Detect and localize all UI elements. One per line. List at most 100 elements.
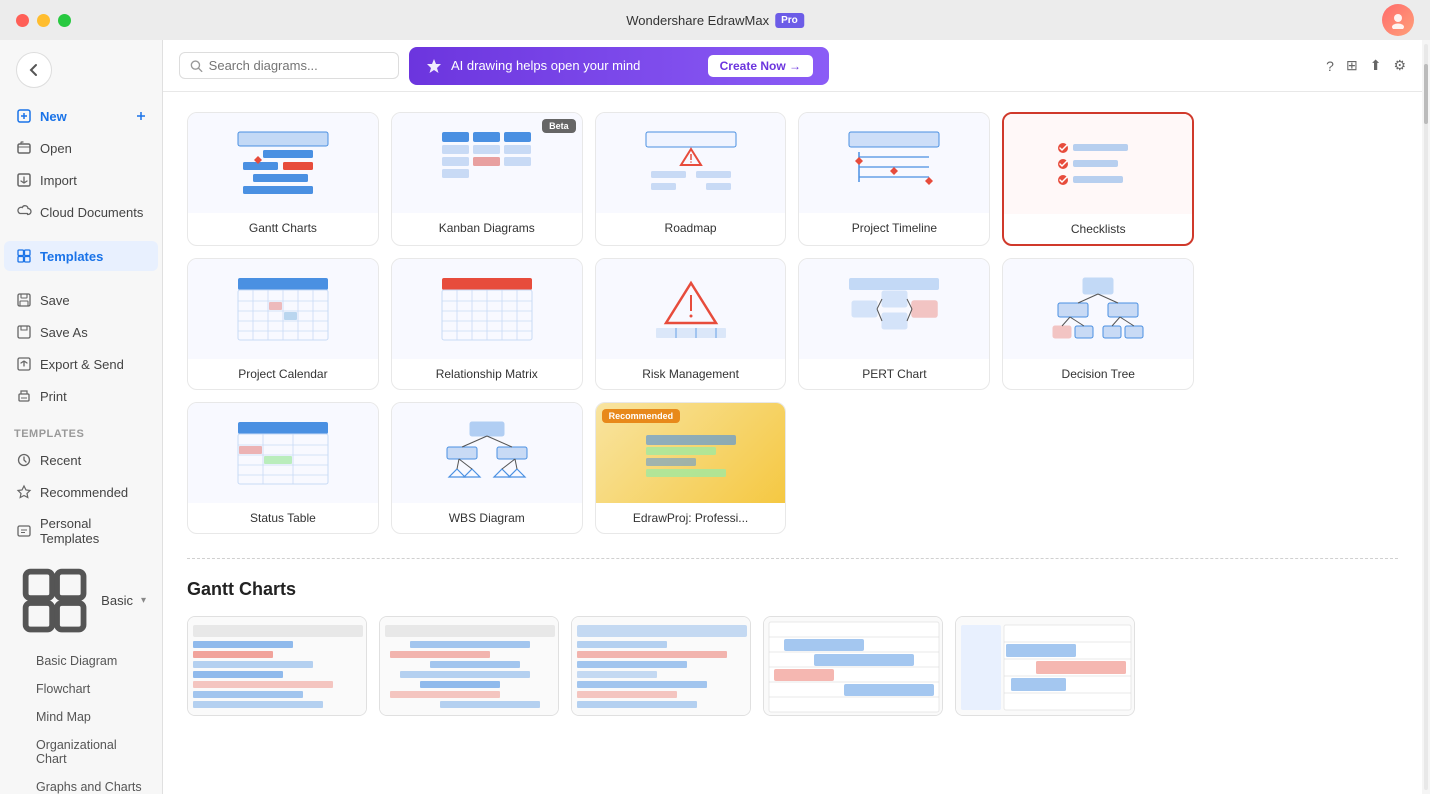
recent-label: Recent xyxy=(40,453,81,468)
template-kanban[interactable]: Beta xyxy=(391,112,583,246)
search-box[interactable] xyxy=(179,52,399,79)
sidebar-item-recommended[interactable]: Recommended xyxy=(4,477,158,507)
edrawproj-preview xyxy=(641,417,741,489)
avatar[interactable] xyxy=(1382,4,1414,36)
gantt-thumb-3[interactable] xyxy=(571,616,751,716)
sidebar-item-saveas[interactable]: Save As xyxy=(4,317,158,347)
calendar-preview xyxy=(233,273,333,345)
ai-icon xyxy=(425,57,443,75)
gantt-thumb-4[interactable] xyxy=(763,616,943,716)
template-edrawproj[interactable]: Recommended EdrawProj: Professi... xyxy=(595,402,787,534)
scrollbar-track xyxy=(1424,44,1428,790)
title-bar: Wondershare EdrawMax Pro xyxy=(0,0,1430,40)
edrawproj-label: EdrawProj: Professi... xyxy=(596,503,786,533)
new-label: New xyxy=(40,109,67,124)
sidebar-item-import[interactable]: Import xyxy=(4,165,158,195)
templates-label: Templates xyxy=(40,249,103,264)
toolbar-right: ? ⊞ ⬆ ⚙ xyxy=(1326,57,1406,74)
content-area: Gantt Charts Beta xyxy=(163,92,1422,794)
search-input[interactable] xyxy=(209,58,388,73)
ai-banner[interactable]: AI drawing helps open your mind Create N… xyxy=(409,47,829,85)
sidebar-item-templates[interactable]: Templates xyxy=(4,241,158,271)
toolbar: AI drawing helps open your mind Create N… xyxy=(163,40,1422,92)
gantt-thumb-svg-4 xyxy=(764,617,943,716)
roadmap-label: Roadmap xyxy=(596,213,786,243)
calendar-label: Project Calendar xyxy=(188,359,378,389)
template-gantt[interactable]: Gantt Charts xyxy=(187,112,379,246)
print-label: Print xyxy=(40,389,67,404)
close-button[interactable] xyxy=(16,14,29,27)
template-status-table[interactable]: Status Table xyxy=(187,402,379,534)
pert-preview xyxy=(844,273,944,345)
sidebar-category-basic[interactable]: Basic ▾ xyxy=(4,555,158,646)
scrollbar[interactable] xyxy=(1422,40,1430,794)
kanban-preview xyxy=(437,127,537,199)
scrollbar-thumb[interactable] xyxy=(1424,64,1428,124)
sidebar-sub-flowchart[interactable]: Flowchart xyxy=(4,676,158,702)
upload-icon[interactable]: ⬆ xyxy=(1370,57,1382,74)
template-roadmap[interactable]: Roadmap xyxy=(595,112,787,246)
sidebar-item-recent[interactable]: Recent xyxy=(4,445,158,475)
sidebar-item-new[interactable]: New xyxy=(4,101,158,131)
timeline-preview xyxy=(844,127,944,199)
status-table-preview xyxy=(233,417,333,489)
sidebar-item-cloud[interactable]: Cloud Documents xyxy=(4,197,158,227)
sidebar-item-open[interactable]: Open xyxy=(4,133,158,163)
section-divider xyxy=(187,558,1398,559)
traffic-lights xyxy=(16,14,71,27)
project-timeline-label: Project Timeline xyxy=(799,213,989,243)
template-grid-row1: Gantt Charts Beta xyxy=(187,112,1398,246)
back-section xyxy=(0,40,162,100)
sidebar-item-print[interactable]: Print xyxy=(4,381,158,411)
kanban-beta-badge: Beta xyxy=(542,119,576,133)
new-plus-icon xyxy=(136,111,146,121)
ai-banner-text: AI drawing helps open your mind xyxy=(451,58,640,73)
sidebar-sub-orgchart[interactable]: Organizational Chart xyxy=(4,732,158,772)
sidebar-item-personal-templates[interactable]: Personal Templates xyxy=(4,509,158,553)
wbs-preview xyxy=(437,417,537,489)
app-title: Wondershare EdrawMax Pro xyxy=(626,13,804,28)
risk-mgmt-label: Risk Management xyxy=(596,359,786,389)
decision-tree-label: Decision Tree xyxy=(1003,359,1193,389)
minimize-button[interactable] xyxy=(37,14,50,27)
template-wbs-diagram[interactable]: WBS Diagram xyxy=(391,402,583,534)
gantt-label: Gantt Charts xyxy=(188,213,378,243)
save-label: Save xyxy=(40,293,70,308)
template-project-timeline[interactable]: Project Timeline xyxy=(798,112,990,246)
gantt-thumb-svg-5 xyxy=(956,617,1135,716)
sidebar-sub-mindmap[interactable]: Mind Map xyxy=(4,704,158,730)
sidebar-item-export[interactable]: Export & Send xyxy=(4,349,158,379)
gantt-thumb-row xyxy=(187,616,1398,716)
search-icon xyxy=(190,59,203,73)
checklists-label: Checklists xyxy=(1004,214,1192,244)
export-label: Export & Send xyxy=(40,357,124,372)
ai-create-btn[interactable]: Create Now → xyxy=(708,55,813,77)
grid-icon[interactable]: ⊞ xyxy=(1346,57,1358,74)
help-icon[interactable]: ? xyxy=(1326,58,1334,74)
template-decision-tree[interactable]: Decision Tree xyxy=(1002,258,1194,390)
sidebar-item-save[interactable]: Save xyxy=(4,285,158,315)
kanban-label: Kanban Diagrams xyxy=(392,213,582,243)
maximize-button[interactable] xyxy=(58,14,71,27)
basic-chevron: ▾ xyxy=(141,595,146,606)
template-project-calendar[interactable]: Project Calendar xyxy=(187,258,379,390)
back-button[interactable] xyxy=(16,52,52,88)
checklists-preview xyxy=(1048,128,1148,200)
settings-icon[interactable]: ⚙ xyxy=(1393,57,1406,74)
gantt-thumb-svg-3 xyxy=(572,617,751,716)
pert-chart-label: PERT Chart xyxy=(799,359,989,389)
sidebar-sub-basic-diagram[interactable]: Basic Diagram xyxy=(4,648,158,674)
template-checklists[interactable]: Checklists xyxy=(1002,112,1194,246)
gantt-thumb-1[interactable] xyxy=(187,616,367,716)
roadmap-preview xyxy=(641,127,741,199)
recommended-label: Recommended xyxy=(40,485,128,500)
sidebar-sub-graphs[interactable]: Graphs and Charts xyxy=(4,774,158,794)
gantt-preview xyxy=(233,127,333,199)
edrawproj-recommended-badge: Recommended xyxy=(602,409,681,423)
personal-templates-label: Personal Templates xyxy=(40,516,146,546)
gantt-thumb-2[interactable] xyxy=(379,616,559,716)
template-pert-chart[interactable]: PERT Chart xyxy=(798,258,990,390)
gantt-thumb-5[interactable] xyxy=(955,616,1135,716)
template-risk-management[interactable]: Risk Management xyxy=(595,258,787,390)
template-relationship-matrix[interactable]: Relationship Matrix xyxy=(391,258,583,390)
